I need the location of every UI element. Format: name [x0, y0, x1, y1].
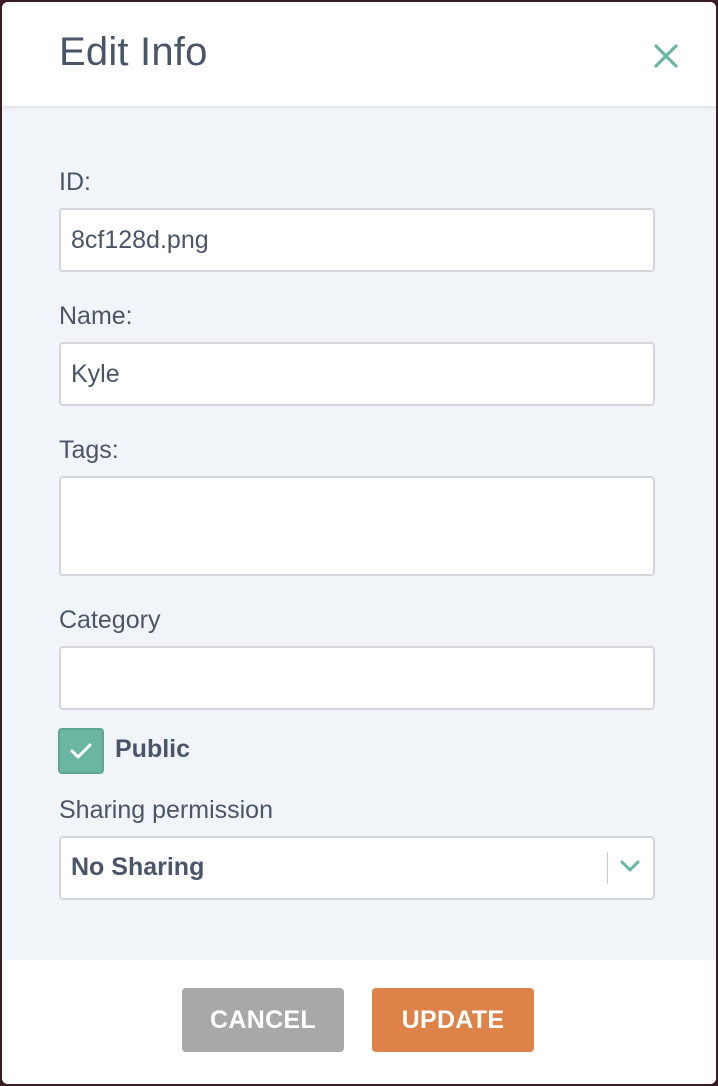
public-checkbox[interactable] — [58, 728, 104, 774]
sharing-permission-label: Sharing permission — [59, 796, 273, 824]
select-divider — [607, 852, 608, 884]
close-icon — [654, 44, 678, 68]
tags-label: Tags: — [59, 436, 119, 464]
close-button[interactable] — [648, 38, 684, 74]
category-label: Category — [59, 606, 161, 634]
dialog-header: Edit Info — [2, 2, 716, 106]
name-input[interactable] — [59, 342, 655, 406]
update-button[interactable]: UPDATE — [372, 988, 534, 1052]
cancel-button[interactable]: CANCEL — [182, 988, 344, 1052]
chevron-down-icon — [620, 860, 640, 872]
id-label: ID: — [59, 168, 91, 196]
dialog-title: Edit Info — [59, 30, 208, 74]
public-label: Public — [115, 735, 191, 763]
name-label: Name: — [59, 302, 133, 330]
sharing-permission-select[interactable]: No Sharing — [59, 836, 655, 900]
category-input[interactable] — [59, 646, 655, 710]
tags-input[interactable] — [59, 476, 655, 576]
sharing-permission-value: No Sharing — [71, 853, 205, 881]
dialog-body: ID: Name: Tags: Category Public Sharing … — [2, 106, 716, 960]
id-input[interactable] — [59, 208, 655, 272]
edit-info-dialog: Edit Info ID: Name: Tags: Category Publi… — [2, 2, 716, 1084]
checkmark-icon — [70, 743, 92, 759]
dialog-footer: CANCEL UPDATE — [2, 960, 716, 1084]
